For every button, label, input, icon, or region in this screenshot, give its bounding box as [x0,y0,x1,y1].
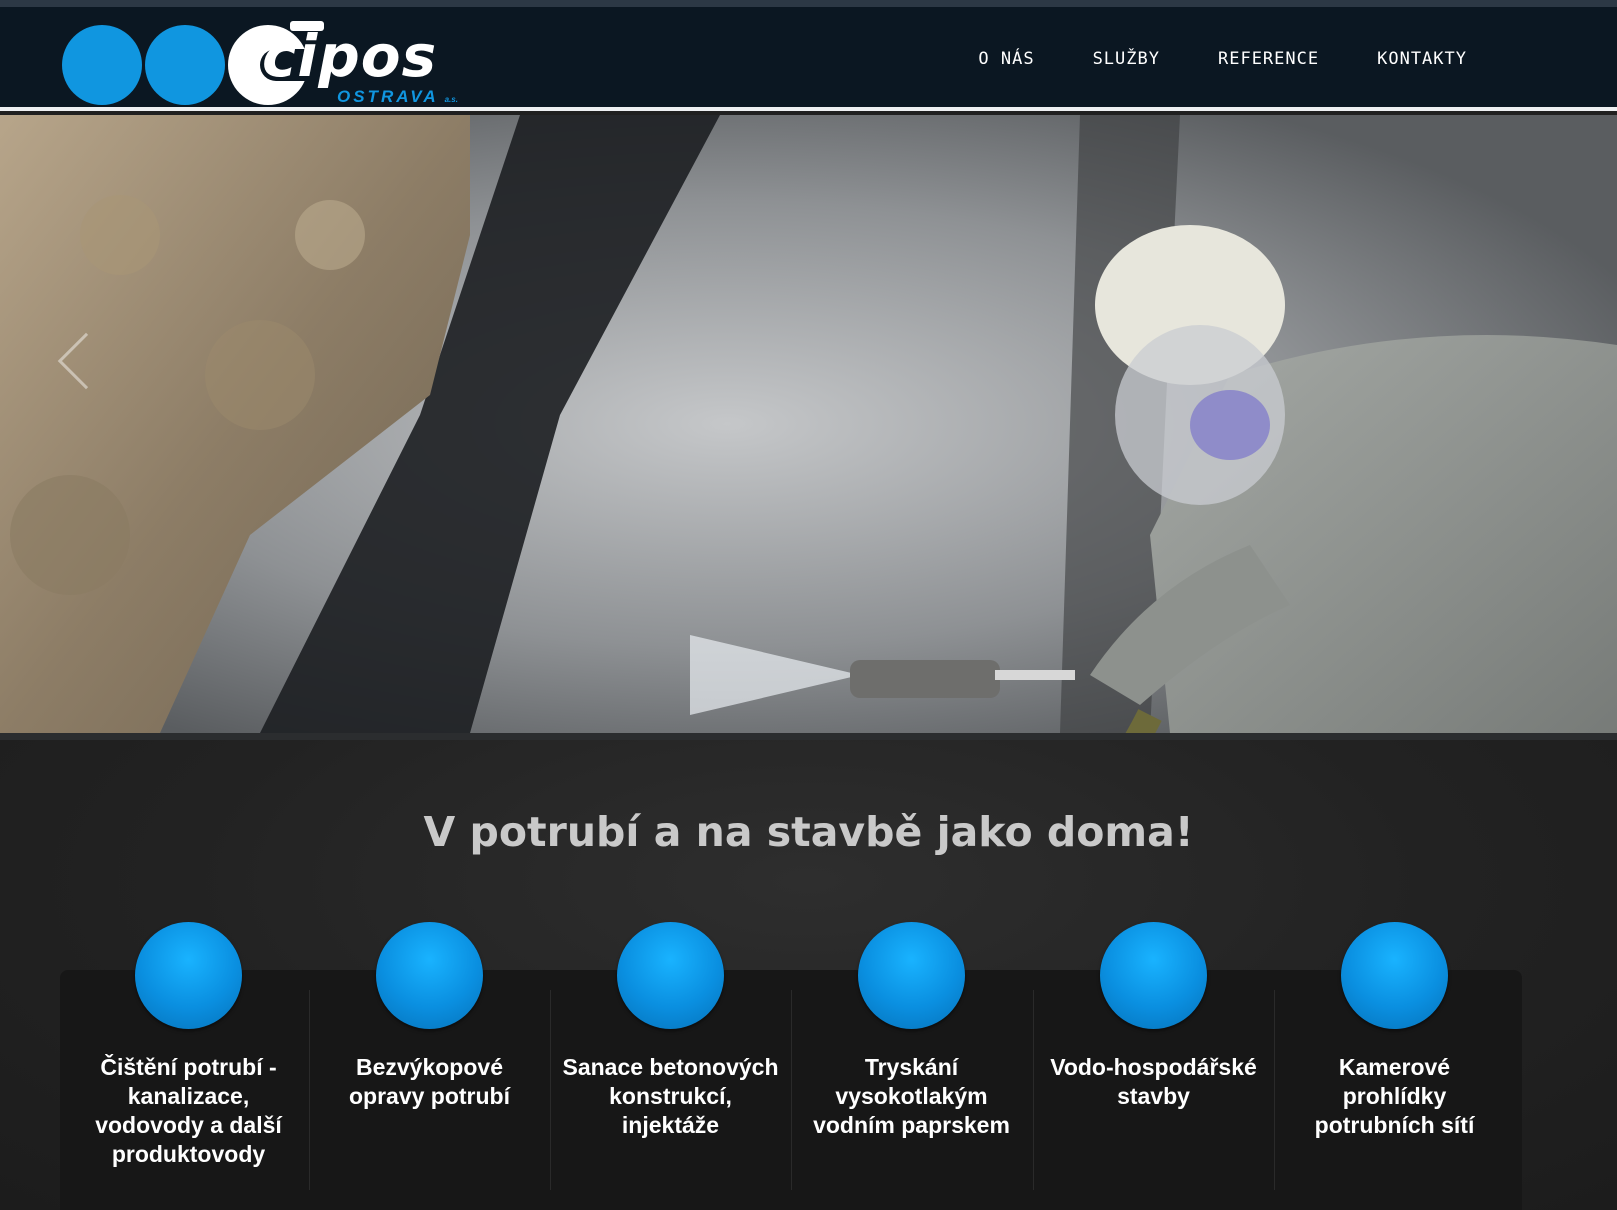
section-tagline: V potrubí a na stavbě jako doma! [423,808,1194,856]
nav-item-kontakty[interactable]: KONTAKTY [1377,49,1467,69]
service-title: Sanace betonových konstrukcí, injektáže [562,1054,779,1138]
service-circle-icon [617,922,724,1029]
hero-bottom-bar [0,733,1617,740]
logo-wordmark: cipos [262,21,438,90]
service-title: Tryskání vysokotlakým vodním paprskem [813,1054,1010,1138]
service-title: Čištění potrubí - kanalizace, vodovody a… [95,1054,282,1167]
service-title: Bezvýkopové opravy potrubí [348,1054,510,1109]
service-item-tryskani[interactable]: Tryskání vysokotlakým vodním paprskem [791,922,1032,1210]
service-circle-icon [858,922,965,1029]
service-item-kamerove-prohlidky[interactable]: Kamerové prohlídky potrubních sítí [1274,922,1515,1210]
hero-slider [0,115,1617,733]
service-item-cisteni-potrubi[interactable]: Čištění potrubí - kanalizace, vodovody a… [68,922,309,1210]
service-circle-icon [1341,922,1448,1029]
service-circle-icon [376,922,483,1029]
hero-image [0,115,1617,733]
service-title: Vodo-hospodářské stavby [1050,1054,1257,1109]
navbar: cipos OSTRAVA a.s. O NÁS SLUŽBY REFERENCE… [0,7,1617,111]
service-item-sanace-betonovych-konstrukci[interactable]: Sanace betonových konstrukcí, injektáže [550,922,791,1210]
nav-item-sluzby[interactable]: SLUŽBY [1093,49,1160,69]
nav-item-reference[interactable]: REFERENCE [1218,49,1319,69]
service-title: Kamerové prohlídky potrubních sítí [1314,1054,1475,1138]
logo-subtitle: OSTRAVA a.s. [337,87,458,106]
company-logo[interactable]: cipos OSTRAVA a.s. [62,19,462,109]
service-circle-icon [1100,922,1207,1029]
top-accent-line [0,0,1617,7]
nav-item-o-nas[interactable]: O NÁS [978,49,1034,69]
service-item-bezvykopove-opravy[interactable]: Bezvýkopové opravy potrubí [309,922,550,1210]
service-circle-icon [135,922,242,1029]
logo-circle-1 [62,25,142,105]
service-item-vodohospodarske-stavby[interactable]: Vodo-hospodářské stavby [1033,922,1274,1210]
main-navigation: O NÁS SLUŽBY REFERENCE KONTAKTY [920,49,1467,69]
logo-circle-2 [145,25,225,105]
